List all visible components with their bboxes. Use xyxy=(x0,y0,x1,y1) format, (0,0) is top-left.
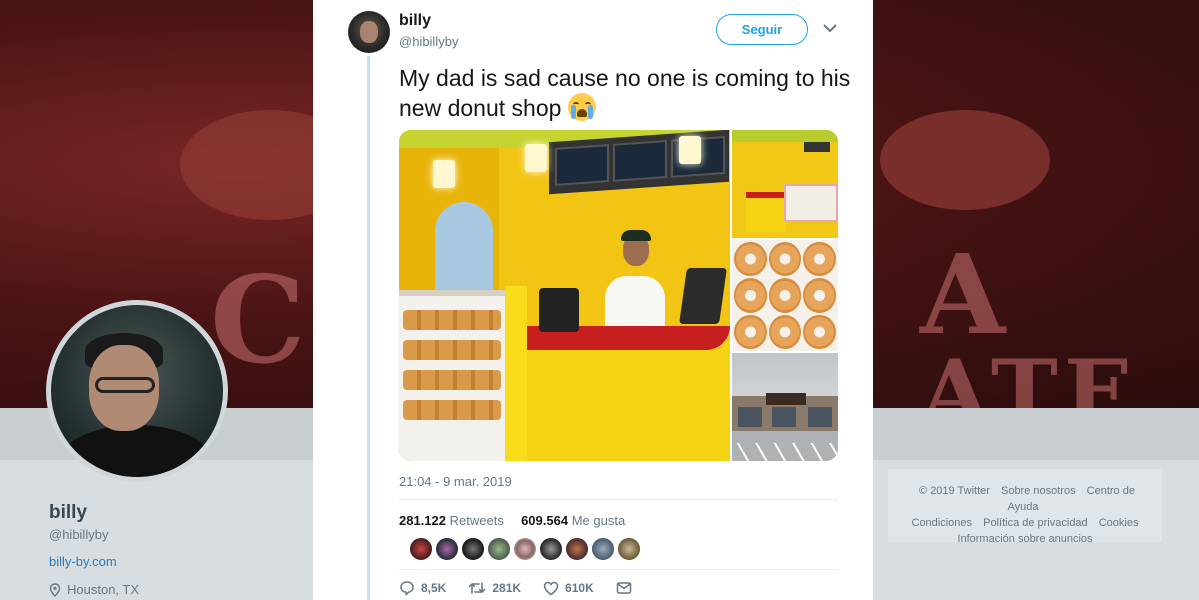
profile-location: Houston, TX xyxy=(49,582,139,597)
footer-link[interactable]: Condiciones xyxy=(912,517,973,529)
tweet-photo-counter[interactable] xyxy=(732,130,838,238)
profile-avatar[interactable] xyxy=(46,300,228,482)
envelope-icon xyxy=(616,582,631,594)
reply-button[interactable]: 8,5K xyxy=(399,580,446,596)
location-pin-icon xyxy=(49,582,61,597)
author-handle[interactable]: @hibillyby xyxy=(399,34,458,49)
follow-button[interactable]: Seguir xyxy=(716,14,808,45)
loudly-crying-face-icon xyxy=(567,93,596,121)
retweet-count: 281K xyxy=(492,581,522,595)
thread-line xyxy=(367,56,370,600)
footer-link[interactable]: Política de privacidad xyxy=(983,517,1088,529)
liker-avatar[interactable] xyxy=(461,537,485,561)
tweet-text: My dad is sad cause no one is coming to … xyxy=(399,64,859,123)
liker-avatar[interactable] xyxy=(435,537,459,561)
tweet-photo-donuts[interactable] xyxy=(732,239,838,352)
liker-avatar[interactable] xyxy=(565,537,589,561)
profile-handle: @hibillyby xyxy=(49,527,109,542)
footer-link[interactable]: Información sobre anuncios xyxy=(957,533,1092,545)
reply-count: 8,5K xyxy=(421,581,447,595)
liker-avatar[interactable] xyxy=(513,537,537,561)
retweets-count[interactable]: 281.122 xyxy=(399,513,446,528)
footer-link[interactable]: © 2019 Twitter xyxy=(919,485,990,497)
banner-neon-glyph: C xyxy=(210,250,316,391)
tweet-text-body: My dad is sad cause no one is coming to … xyxy=(399,65,851,121)
author-name[interactable]: billy xyxy=(399,12,431,30)
profile-location-text: Houston, TX xyxy=(67,582,140,597)
likers-avatars xyxy=(409,537,641,561)
likes-label[interactable]: Me gusta xyxy=(572,513,625,528)
author-avatar[interactable] xyxy=(348,11,390,53)
footer-link[interactable]: Cookies xyxy=(1099,517,1139,529)
liker-avatar[interactable] xyxy=(617,537,641,561)
liker-avatar[interactable] xyxy=(539,537,563,561)
tweet-stats: 281.122 Retweets 609.564 Me gusta xyxy=(399,513,625,528)
tweet-actions: 8,5K 281K 610K xyxy=(399,580,654,596)
heart-icon xyxy=(543,581,559,595)
chevron-down-icon xyxy=(823,24,837,32)
tweet-photo-main[interactable] xyxy=(399,130,730,461)
direct-message-button[interactable] xyxy=(616,581,632,595)
banner-decoration xyxy=(880,110,1050,210)
like-count: 610K xyxy=(565,581,594,595)
divider xyxy=(399,569,838,570)
liker-avatar[interactable] xyxy=(487,537,511,561)
profile-website-link[interactable]: billy-by.com xyxy=(49,554,117,569)
reply-icon xyxy=(400,581,414,596)
likes-count[interactable]: 609.564 xyxy=(521,513,568,528)
banner-neon-glyph: ATE xyxy=(920,340,1139,408)
divider xyxy=(399,499,838,500)
profile-name: billy xyxy=(49,502,88,523)
tweet-modal: billy @hibillyby Seguir My dad is sad ca… xyxy=(313,0,873,600)
retweet-icon xyxy=(469,582,486,594)
liker-avatar[interactable] xyxy=(591,537,615,561)
retweets-label[interactable]: Retweets xyxy=(450,513,504,528)
tweet-timestamp[interactable]: 21:04 - 9 mar. 2019 xyxy=(399,474,512,489)
footer-link[interactable]: Sobre nosotros xyxy=(1001,485,1076,497)
liker-avatar[interactable] xyxy=(409,537,433,561)
more-options-button[interactable] xyxy=(822,20,838,36)
tweet-media-grid xyxy=(399,130,838,461)
retweet-button[interactable]: 281K xyxy=(468,580,521,596)
tweet-photo-storefront[interactable] xyxy=(732,353,838,461)
footer-links: © 2019 Twitter Sobre nosotros Centro de … xyxy=(888,469,1162,545)
like-button[interactable]: 610K xyxy=(543,581,594,596)
